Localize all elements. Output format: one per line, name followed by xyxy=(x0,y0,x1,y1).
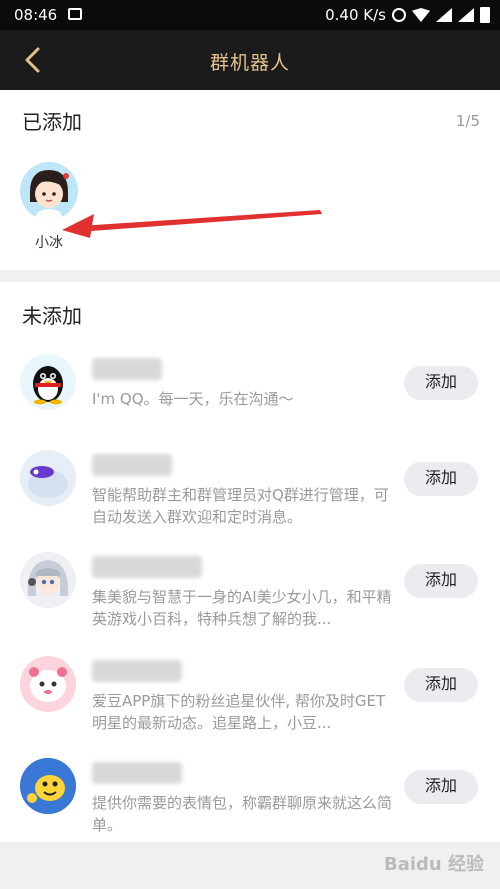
signal-icon xyxy=(436,8,452,22)
not-added-heading: 未添加 xyxy=(22,304,82,328)
add-robot-button[interactable]: 添加 xyxy=(404,668,478,702)
idol-fan-avatar xyxy=(20,656,76,712)
status-bar: 08:46 0.40 K/s xyxy=(0,0,500,30)
add-robot-button[interactable]: 添加 xyxy=(404,564,478,598)
wifi-icon xyxy=(412,8,430,22)
alarm-icon xyxy=(392,8,406,22)
add-robot-button[interactable]: 添加 xyxy=(404,366,478,400)
added-section: 已添加 1/5 小冰 xyxy=(0,90,500,270)
robot-name-blurred xyxy=(92,454,172,476)
added-count: 1/5 xyxy=(455,112,480,130)
robot-description: 智能帮助群主和群管理员对Q群进行管理，可自动发送入群欢迎和定时消息。 xyxy=(92,486,389,526)
robot-row: 集美貌与智慧于一身的AI美少女小几，和平精英游戏小百科，特种兵想了解的我... … xyxy=(0,552,500,656)
robot-description: 爱豆APP旗下的粉丝追星伙伴, 帮你及时GET明星的最新动态。追星路上，小豆..… xyxy=(92,692,386,732)
robot-description: I'm QQ。每一天，乐在沟通～ xyxy=(92,390,294,408)
robot-name-blurred xyxy=(92,660,182,682)
manager-robot-avatar xyxy=(20,450,76,506)
robot-description: 提供你需要的表情包，称霸群聊原来就这么简单。 xyxy=(92,794,393,834)
ai-girl-avatar xyxy=(20,552,76,608)
robot-row: 智能帮助群主和群管理员对Q群进行管理，可自动发送入群欢迎和定时消息。 添加 xyxy=(0,450,500,554)
status-time: 08:46 xyxy=(14,6,58,24)
image-notification-icon xyxy=(68,8,82,20)
bottom-area: Baidu 经验 xyxy=(0,842,500,889)
page-title: 群机器人 xyxy=(209,52,290,74)
red-arrow-annotation xyxy=(62,210,322,238)
add-robot-button[interactable]: 添加 xyxy=(404,462,478,496)
qq-penguin-avatar xyxy=(20,354,76,410)
robot-name-blurred xyxy=(92,556,202,578)
signal-2-icon xyxy=(458,8,474,22)
robot-name-blurred xyxy=(92,358,162,380)
network-speed: 0.40 K/s xyxy=(325,6,386,24)
robot-name-blurred xyxy=(92,762,182,784)
status-right: 0.40 K/s xyxy=(325,6,490,24)
robot-row: 爱豆APP旗下的粉丝追星伙伴, 帮你及时GET明星的最新动态。追星路上，小豆..… xyxy=(0,656,500,760)
battery-icon xyxy=(480,7,490,23)
added-heading: 已添加 xyxy=(22,110,82,134)
robot-description: 集美貌与智慧于一身的AI美少女小几，和平精英游戏小百科，特种兵想了解的我... xyxy=(92,588,392,628)
baidu-watermark: Baidu 经验 xyxy=(383,854,484,875)
add-robot-button[interactable]: 添加 xyxy=(404,770,478,804)
nav-bar: 群机器人 xyxy=(0,30,500,90)
not-added-section: 未添加 I'm QQ。每一天，乐在沟通～ 添加 智能帮助群主和群管理员对Q群进行… xyxy=(0,282,500,842)
robot-row: I'm QQ。每一天，乐在沟通～ 添加 xyxy=(0,354,500,458)
sticker-robot-avatar xyxy=(20,758,76,814)
